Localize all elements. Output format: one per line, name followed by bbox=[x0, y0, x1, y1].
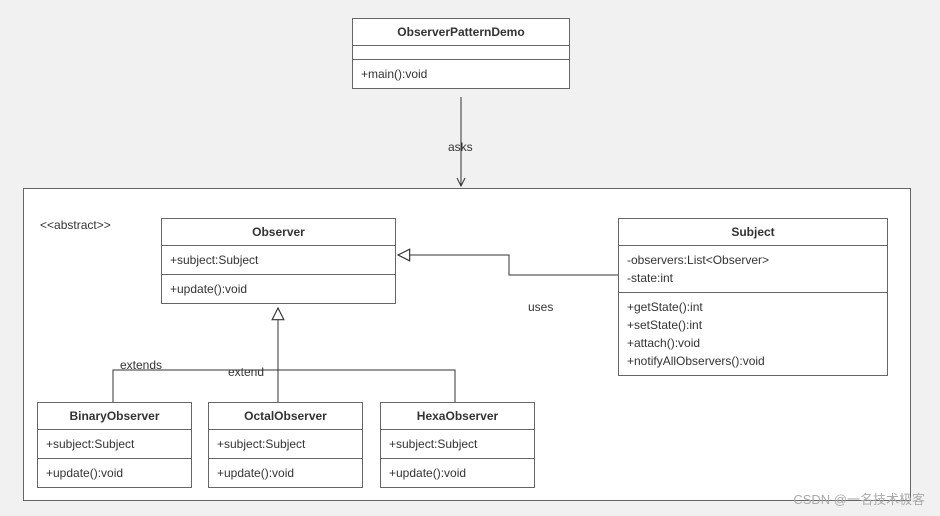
class-attr: -observers:List<Observer> bbox=[627, 251, 879, 269]
class-binary-observer: BinaryObserver +subject:Subject +update(… bbox=[37, 402, 192, 488]
class-method: +update():void bbox=[381, 459, 534, 487]
relation-extends-label: extends bbox=[120, 358, 162, 372]
class-method: +setState():int bbox=[627, 316, 879, 334]
class-method: +main():void bbox=[353, 60, 569, 88]
class-attr: +subject:Subject bbox=[162, 246, 395, 275]
class-title: Subject bbox=[619, 219, 887, 246]
class-observer: Observer +subject:Subject +update():void bbox=[161, 218, 396, 304]
class-attr: +subject:Subject bbox=[38, 430, 191, 459]
class-method: +update():void bbox=[162, 275, 395, 303]
class-subject: Subject -observers:List<Observer> -state… bbox=[618, 218, 888, 376]
class-method: +notifyAllObservers():void bbox=[627, 352, 879, 370]
class-method: +update():void bbox=[209, 459, 362, 487]
class-title: BinaryObserver bbox=[38, 403, 191, 430]
relation-uses-label: uses bbox=[528, 300, 553, 314]
relation-asks-label: asks bbox=[448, 140, 473, 154]
watermark: CSDN @一名技术极客 bbox=[793, 489, 925, 508]
class-title: OctalObserver bbox=[209, 403, 362, 430]
class-attrs: -observers:List<Observer> -state:int bbox=[619, 246, 887, 293]
class-methods: +getState():int +setState():int +attach(… bbox=[619, 293, 887, 375]
class-attr: -state:int bbox=[627, 269, 879, 287]
class-method: +getState():int bbox=[627, 298, 879, 316]
relation-extend-label: extend bbox=[228, 365, 264, 379]
class-attr: +subject:Subject bbox=[209, 430, 362, 459]
class-method: +attach():void bbox=[627, 334, 879, 352]
class-attrs-empty bbox=[353, 46, 569, 60]
class-hexa-observer: HexaObserver +subject:Subject +update():… bbox=[380, 402, 535, 488]
class-attr: +subject:Subject bbox=[381, 430, 534, 459]
class-observer-pattern-demo: ObserverPatternDemo +main():void bbox=[352, 18, 570, 89]
class-title: HexaObserver bbox=[381, 403, 534, 430]
class-method: +update():void bbox=[38, 459, 191, 487]
class-octal-observer: OctalObserver +subject:Subject +update()… bbox=[208, 402, 363, 488]
stereotype-label: <<abstract>> bbox=[40, 218, 111, 232]
class-title: ObserverPatternDemo bbox=[353, 19, 569, 46]
class-title: Observer bbox=[162, 219, 395, 246]
